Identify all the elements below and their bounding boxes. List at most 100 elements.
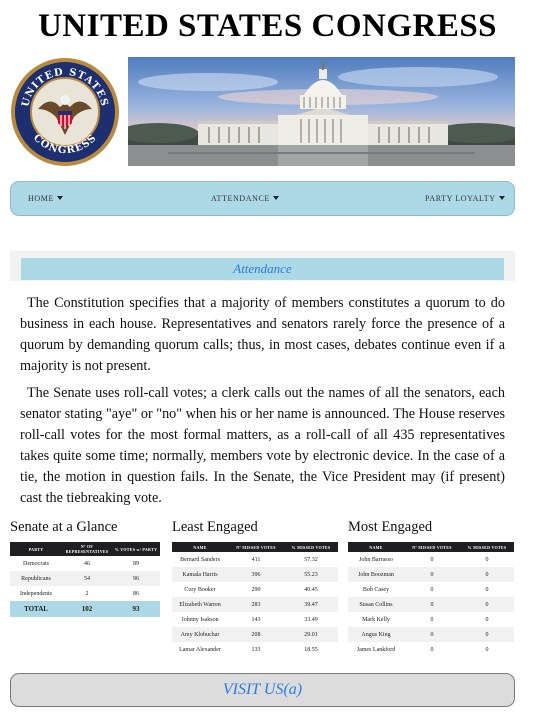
senate-glance-table: PARTY Nº OF REPRESENTATIVES % VOTES w/ P…: [10, 542, 160, 617]
caret-down-icon: [498, 196, 505, 200]
column-header: Nº MISSED VOTES: [228, 542, 284, 552]
table-cell: Independents: [20, 590, 52, 597]
table-row: Angus King 0 0: [348, 627, 514, 642]
table-cell: 0: [430, 646, 434, 653]
table-cell: 33.49: [304, 616, 318, 623]
table-header-row: NAME Nº MISSED VOTES % MISSED VOTES: [348, 542, 514, 552]
table-cell: 93: [112, 601, 160, 617]
table-cell: 89: [133, 560, 139, 567]
table-cell: Mark Kelly: [362, 616, 390, 623]
table-cell: 0: [460, 597, 514, 612]
nav-attendance-label: ATTENDANCE: [211, 194, 270, 203]
nav-party-loyalty-dropdown[interactable]: PARTY LOYALTY: [425, 194, 505, 203]
table-cell: 0: [485, 616, 489, 623]
table-header-row: NAME Nº MISSED VOTES % MISSED VOTES: [172, 542, 338, 552]
column-header: NAME: [172, 542, 228, 552]
column-header: % MISSED VOTES: [460, 542, 514, 552]
table-row: Independents 2 86: [10, 586, 160, 601]
table-cell: 55.23: [284, 567, 338, 582]
attendance-paragraph-1: The Constitution specifies that a majori…: [20, 295, 505, 374]
table-cell: 0: [404, 567, 460, 582]
table-cell: Bernard Sanders: [180, 556, 220, 563]
table-cell: 2: [85, 590, 89, 597]
caret-down-icon: [272, 196, 279, 200]
table-cell: 0: [404, 627, 460, 642]
table-cell: James Lankford: [356, 646, 396, 653]
attendance-heading: Attendance: [21, 258, 504, 280]
table-row: James Lankford 0 0: [348, 642, 514, 657]
table-row: Susan Collins 0 0: [348, 597, 514, 612]
nav-home-dropdown[interactable]: HOME: [28, 194, 63, 203]
table-row: Elizabeth Warren 283 39.47: [172, 597, 338, 612]
table-cell: 396: [228, 567, 284, 582]
table-cell: 96: [112, 571, 160, 586]
nav-party-loyalty-label: PARTY LOYALTY: [425, 194, 496, 203]
table-cell: Democrats: [23, 560, 49, 567]
table-cell: 0: [460, 627, 514, 642]
table-row: Democrats 46 89: [10, 556, 160, 571]
table-cell: Cory Booker: [184, 586, 216, 593]
table-cell: 18.55: [304, 646, 318, 653]
table-cell: 86: [133, 590, 139, 597]
table-cell: Angus King: [348, 627, 404, 642]
table-row: Bob Casey 0 0: [348, 582, 514, 597]
table-cell: Lamar Alexander: [179, 646, 221, 653]
attendance-section: Attendance: [10, 251, 515, 281]
least-engaged-table: NAME Nº MISSED VOTES % MISSED VOTES Bern…: [172, 542, 338, 657]
table-cell: 29.01: [284, 627, 338, 642]
table-row: Republicans 54 96: [10, 571, 160, 586]
table-cell: Bob Casey: [362, 586, 390, 593]
table-row: Cory Booker 290 40.45: [172, 582, 338, 597]
table-cell: 46: [84, 560, 90, 567]
column-header: NAME: [348, 542, 404, 552]
table-cell: 54: [62, 571, 112, 586]
column-header: % MISSED VOTES: [284, 542, 338, 552]
table-cell: 0: [430, 616, 434, 623]
column-header: Nº MISSED VOTES: [404, 542, 460, 552]
table-cell: 411: [251, 556, 261, 563]
table-total-row: TOTAL 102 93: [10, 601, 160, 617]
nav-home-label: HOME: [28, 194, 54, 203]
table-cell: 39.47: [284, 597, 338, 612]
least-engaged-title: Least Engaged: [172, 519, 258, 535]
table-row: John Barrasso 0 0: [348, 552, 514, 567]
most-engaged-table: NAME Nº MISSED VOTES % MISSED VOTES John…: [348, 542, 514, 657]
table-cell: Republicans: [10, 571, 62, 586]
table-row: Mark Kelly 0 0: [348, 612, 514, 627]
table-cell: 283: [228, 597, 284, 612]
table-row: Bernard Sanders 411 57.32: [172, 552, 338, 567]
main-navbar: HOME ATTENDANCE PARTY LOYALTY: [10, 181, 515, 216]
table-row: Amy Klobuchar 208 29.01: [172, 627, 338, 642]
table-cell: 0: [430, 556, 434, 563]
table-cell: Kamala Harris: [172, 567, 228, 582]
table-cell: John Barrasso: [359, 556, 393, 563]
table-cell: Susan Collins: [348, 597, 404, 612]
column-header: PARTY: [10, 542, 62, 556]
table-cell: 0: [430, 586, 434, 593]
table-cell: Johnny Isakson: [181, 616, 219, 623]
caret-down-icon: [56, 196, 63, 200]
table-cell: 143: [251, 616, 261, 623]
table-cell: 290: [251, 586, 261, 593]
table-cell: John Boozman: [348, 567, 404, 582]
table-cell: Elizabeth Warren: [172, 597, 228, 612]
glance-table-title: Senate at a Glance: [10, 519, 118, 535]
table-cell: 40.45: [304, 586, 318, 593]
table-cell: 0: [485, 556, 489, 563]
table-row: Kamala Harris 396 55.23: [172, 567, 338, 582]
column-header: Nº OF REPRESENTATIVES: [62, 542, 112, 556]
table-cell: 208: [228, 627, 284, 642]
table-cell: 0: [404, 597, 460, 612]
table-header-row: PARTY Nº OF REPRESENTATIVES % VOTES w/ P…: [10, 542, 160, 556]
table-cell: 57.32: [304, 556, 318, 563]
table-cell: 0: [485, 646, 489, 653]
site-title: UNITED STATES CONGRESS: [37, 8, 498, 44]
nav-attendance-dropdown[interactable]: ATTENDANCE: [211, 194, 279, 203]
column-header: % VOTES w/ PARTY: [112, 542, 160, 556]
capitol-banner-image: [128, 57, 515, 166]
visit-us-button[interactable]: VISIT US(a): [10, 673, 515, 707]
table-cell: 0: [485, 586, 489, 593]
table-cell: 102: [62, 601, 112, 617]
attendance-paragraph-2: The Senate uses roll-call votes; a clerk…: [20, 385, 505, 506]
table-cell: 0: [460, 567, 514, 582]
